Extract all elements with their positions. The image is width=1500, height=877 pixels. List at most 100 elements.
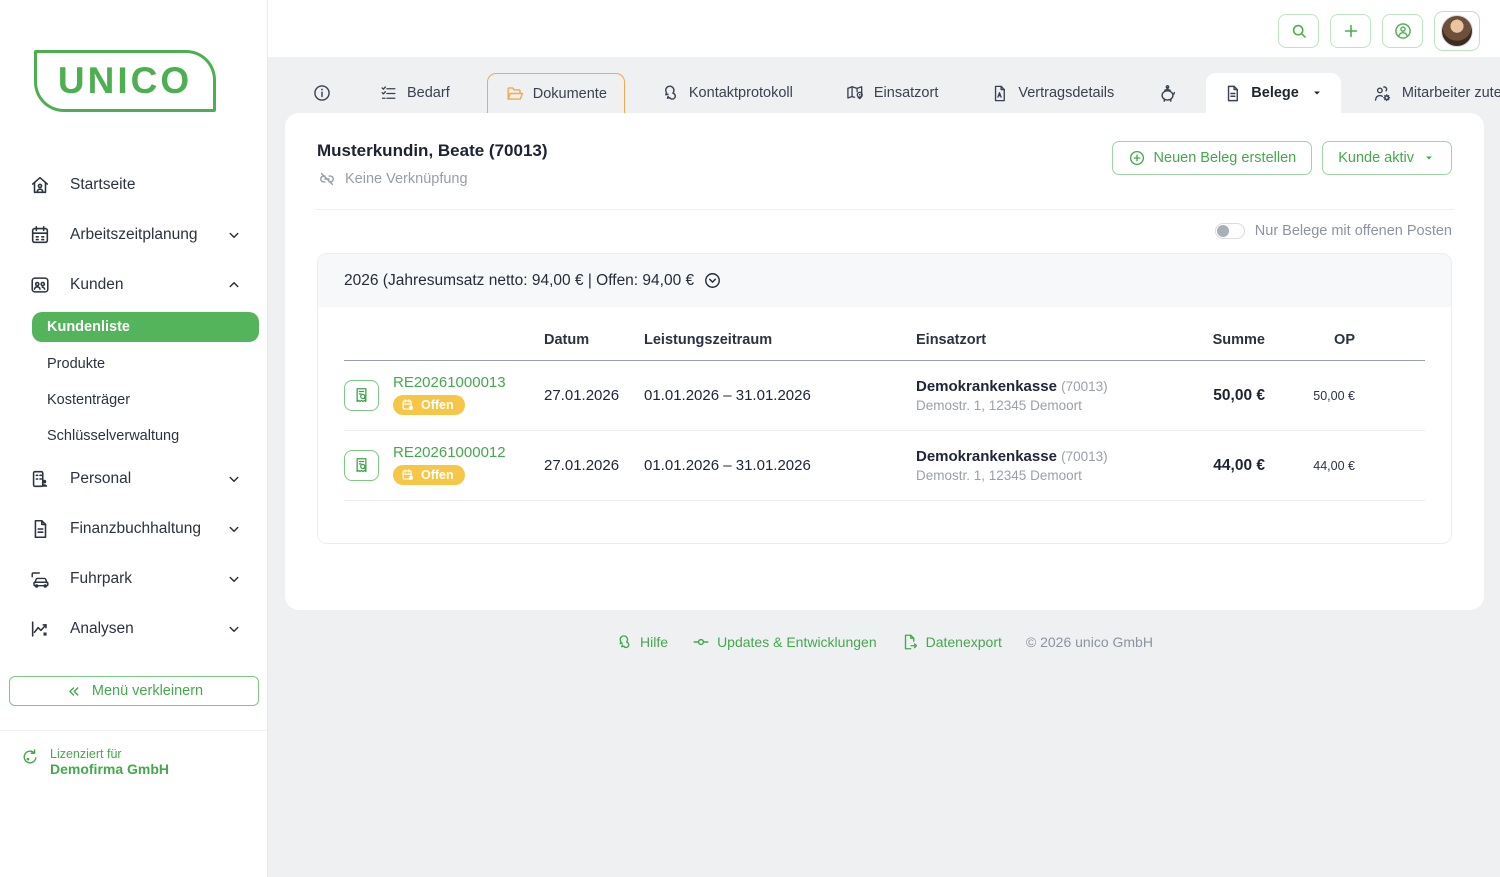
export-icon [901, 633, 919, 651]
sidebar-item-label: Finanzbuchhaltung [70, 520, 201, 538]
logo-text: UNICO [58, 60, 192, 102]
cell-date: 27.01.2026 [544, 387, 644, 404]
customer-detail-card: Musterkundin, Beate (70013) Keine Verknü… [285, 113, 1484, 610]
cell-sum: 44,00 € [1145, 457, 1265, 475]
contract-icon [990, 84, 1009, 103]
tab-label: Dokumente [533, 86, 607, 102]
receipt-icon [1223, 84, 1242, 103]
account-button[interactable] [1382, 14, 1423, 48]
year-group-header[interactable]: 2026 (Jahresumsatz netto: 94,00 € | Offe… [318, 254, 1451, 307]
sidebar-subitem-kostentraeger[interactable]: Kostenträger [0, 382, 267, 418]
caret-down-icon [1310, 86, 1324, 100]
collapse-menu-label: Menü verkleinern [92, 683, 203, 699]
double-chevron-left-icon [65, 683, 82, 700]
search-button[interactable] [1278, 14, 1319, 48]
link-status-label: Keine Verknüpfung [345, 171, 468, 187]
tab-label: Belege [1251, 85, 1299, 101]
sidebar-item-label: Analysen [70, 620, 134, 638]
tab-label: Vertragsdetails [1018, 85, 1114, 101]
year-group-panel: 2026 (Jahresumsatz netto: 94,00 € | Offe… [317, 253, 1452, 544]
sidebar-item-personal[interactable]: Personal [0, 454, 267, 504]
footer-link-hilfe[interactable]: Hilfe [615, 633, 668, 651]
tab-label: Kontaktprotokoll [689, 85, 793, 101]
sidebar-item-kunden[interactable]: Kunden [0, 260, 267, 310]
view-document-button[interactable] [344, 450, 379, 481]
search-icon [1289, 21, 1309, 41]
tab-label: Einsatzort [874, 85, 938, 101]
license-line2: Demofirma GmbH [50, 761, 169, 777]
sidebar: UNICO Startseite Arbeitszeitplanung Kund… [0, 0, 268, 877]
calendar-icon [29, 224, 51, 246]
cell-location-code: (70013) [1061, 379, 1108, 394]
card-header: Musterkundin, Beate (70013) Keine Verknü… [285, 113, 1484, 189]
topbar [268, 0, 1500, 57]
sidebar-subitem-produkte[interactable]: Produkte [0, 346, 267, 382]
card-divider [315, 209, 1454, 210]
documents-table: Datum Leistungszeitraum Einsatzort Summe… [318, 307, 1451, 543]
profile-button[interactable] [1434, 11, 1480, 51]
sidebar-subitem-label: Schlüsselverwaltung [47, 428, 179, 444]
collapse-menu-button[interactable]: Menü verkleinern [9, 676, 259, 706]
info-icon [312, 83, 332, 103]
cell-sum: 50,00 € [1145, 387, 1265, 405]
document-number-link[interactable]: RE20261000013 [393, 374, 506, 391]
license-line1: Lizenziert für [50, 747, 169, 761]
sidebar-item-analysen[interactable]: Analysen [0, 604, 267, 654]
column-header-datum: Datum [544, 332, 644, 348]
sidebar-item-label: Startseite [70, 176, 135, 194]
tab-belege[interactable]: Belege [1206, 73, 1341, 113]
customer-status-button[interactable]: Kunde aktiv [1322, 141, 1452, 175]
piggy-bank-icon [1157, 83, 1178, 104]
cell-location-address: Demostr. 1, 12345 Demoort [916, 398, 1145, 413]
cell-location-name: Demokrankenkasse [916, 378, 1057, 395]
tab-bedarf[interactable]: Bedarf [362, 73, 467, 113]
year-group-title: 2026 (Jahresumsatz netto: 94,00 € | Offe… [344, 272, 694, 290]
sidebar-item-label: Kunden [70, 276, 123, 294]
footer-link-datenexport[interactable]: Datenexport [901, 633, 1002, 651]
tab-label: Mitarbeiter zuteilen [1402, 85, 1500, 101]
tab-mitarbeiter-zuteilen[interactable]: Mitarbeiter zuteilen [1355, 73, 1500, 113]
cell-op: 50,00 € [1265, 389, 1355, 403]
create-document-button[interactable]: Neuen Beleg erstellen [1112, 141, 1313, 175]
cell-location-code: (70013) [1061, 449, 1108, 464]
tab-label: Bedarf [407, 85, 450, 101]
tab-kontaktprotokoll[interactable]: Kontaktprotokoll [643, 73, 810, 113]
folder-icon [505, 84, 524, 103]
column-header-einsatzort: Einsatzort [916, 332, 1145, 348]
document-number-link[interactable]: RE20261000012 [393, 444, 506, 461]
plus-circle-icon [1128, 149, 1146, 167]
tab-dokumente[interactable]: Dokumente [487, 73, 625, 113]
chart-icon [29, 618, 51, 640]
tab-einsatzort[interactable]: Einsatzort [828, 73, 955, 113]
cell-op: 44,00 € [1265, 459, 1355, 473]
caret-down-icon [1422, 151, 1436, 165]
chevron-circle-down-icon[interactable] [703, 271, 722, 290]
tab-info[interactable] [300, 73, 344, 113]
sidebar-item-finanzbuchhaltung[interactable]: Finanzbuchhaltung [0, 504, 267, 554]
status-badge-label: Offen [421, 398, 454, 412]
receipt-search-icon [352, 456, 371, 475]
receipt-search-icon [352, 386, 371, 405]
footer-link-updates[interactable]: Updates & Entwicklungen [692, 633, 877, 651]
sidebar-item-startseite[interactable]: Startseite [0, 160, 267, 210]
tab-vertragsdetails[interactable]: Vertragsdetails [973, 73, 1131, 113]
add-button[interactable] [1330, 14, 1371, 48]
cell-period: 01.01.2026 – 31.01.2026 [644, 387, 916, 404]
sidebar-item-fuhrpark[interactable]: Fuhrpark [0, 554, 267, 604]
sidebar-subitem-kundenliste[interactable]: Kundenliste [32, 312, 259, 342]
open-items-toggle[interactable] [1215, 223, 1245, 239]
sidebar-item-label: Arbeitszeitplanung [70, 226, 198, 244]
users-icon [29, 274, 51, 296]
unico-logo[interactable]: UNICO [34, 50, 216, 112]
building-user-icon [29, 468, 51, 490]
footer-link-label: Updates & Entwicklungen [717, 634, 877, 650]
footer-copyright: © 2026 unico GmbH [1026, 634, 1153, 650]
map-pin-icon [845, 83, 865, 103]
view-document-button[interactable] [344, 380, 379, 411]
chevron-down-icon [225, 620, 243, 638]
sidebar-item-arbeitszeitplanung[interactable]: Arbeitszeitplanung [0, 210, 267, 260]
chevron-down-icon [225, 226, 243, 244]
license-info: Lizenziert für Demofirma GmbH [20, 747, 267, 777]
sidebar-subitem-schluesselverwaltung[interactable]: Schlüsselverwaltung [0, 418, 267, 454]
tab-piggy-bank[interactable] [1145, 73, 1190, 113]
